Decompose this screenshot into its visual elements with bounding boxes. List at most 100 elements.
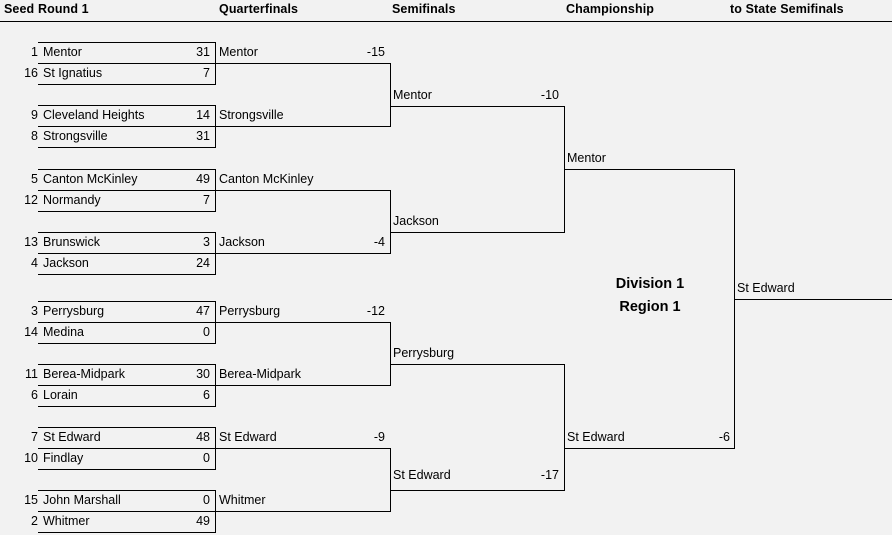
qf-line — [216, 511, 391, 512]
champ-line — [565, 169, 735, 170]
seed-value: 16 — [24, 66, 38, 80]
column-header-championship: Championship — [566, 2, 655, 16]
qf-line — [216, 63, 391, 64]
column-header-round1: Round 1 — [38, 2, 89, 16]
team-score: -15 — [366, 45, 385, 59]
r1-line — [38, 301, 216, 302]
team-name: Strongsville — [219, 108, 284, 122]
team-score: 0 — [203, 451, 210, 465]
team-name: Whitmer — [43, 514, 90, 528]
team-name: Canton McKinley — [219, 172, 314, 186]
team-name: Perrysburg — [393, 346, 455, 360]
tournament-bracket: Seed Round 1 Quarterfinals Semifinals Ch… — [0, 0, 892, 535]
team-name: John Marshall — [43, 493, 121, 507]
region-title-line2: Region 1 — [619, 299, 681, 315]
r1-line — [38, 469, 216, 470]
team-score: 31 — [196, 129, 210, 143]
team-score: 24 — [196, 256, 210, 270]
team-name: Perrysburg — [43, 304, 105, 318]
qf-edge — [390, 448, 391, 512]
sf-line — [391, 232, 565, 233]
team-name: St Edward — [567, 430, 625, 444]
sf-line — [391, 364, 565, 365]
team-score: 31 — [196, 45, 210, 59]
champ-edge — [734, 169, 735, 449]
r1-line — [38, 364, 216, 365]
seed-value: 6 — [31, 388, 38, 402]
r1-line — [38, 126, 216, 127]
column-header-semifinals: Semifinals — [392, 2, 456, 16]
region-title-line1: Division 1 — [615, 276, 685, 292]
team-name: Jackson — [393, 214, 439, 228]
seed-value: 8 — [31, 129, 38, 143]
qf-edge — [390, 322, 391, 386]
r1-line — [38, 448, 216, 449]
seed-value: 9 — [31, 108, 38, 122]
state-line — [735, 299, 892, 300]
qf-line — [216, 385, 391, 386]
team-score: 7 — [203, 66, 210, 80]
team-name: Lorain — [43, 388, 78, 402]
r1-line — [38, 511, 216, 512]
r1-line — [38, 490, 216, 491]
team-name: Berea-Midpark — [219, 367, 301, 381]
team-score: 6 — [203, 388, 210, 402]
team-score: -6 — [718, 430, 730, 444]
qf-line — [216, 322, 391, 323]
r1-line — [38, 147, 216, 148]
seed-value: 14 — [24, 325, 38, 339]
team-score: 30 — [196, 367, 210, 381]
team-score: 14 — [196, 108, 210, 122]
column-header-quarterfinals: Quarterfinals — [219, 2, 299, 16]
team-name: Berea-Midpark — [43, 367, 125, 381]
champ-line — [565, 448, 735, 449]
team-name: Mentor — [219, 45, 258, 59]
team-name: Perrysburg — [219, 304, 281, 318]
team-name: Mentor — [567, 151, 606, 165]
team-name: Mentor — [43, 45, 82, 59]
team-name: Medina — [43, 325, 84, 339]
seed-value: 3 — [31, 304, 38, 318]
seed-value: 15 — [24, 493, 38, 507]
team-score: -17 — [540, 468, 559, 482]
seed-value: 10 — [24, 451, 38, 465]
r1-line — [38, 253, 216, 254]
seed-value: 12 — [24, 193, 38, 207]
seed-value: 11 — [25, 367, 38, 381]
seed-value: 1 — [31, 45, 38, 59]
r1-line — [38, 63, 216, 64]
r1-line — [38, 274, 216, 275]
r1-line — [38, 406, 216, 407]
seed-value: 4 — [31, 256, 38, 270]
r1-line — [38, 532, 216, 533]
seed-value: 5 — [31, 172, 38, 186]
sf-edge — [564, 364, 565, 491]
team-score: 49 — [196, 172, 210, 186]
team-score: 48 — [196, 430, 210, 444]
team-score: -10 — [540, 88, 559, 102]
column-header-seed: Seed — [4, 2, 35, 16]
r1-line — [38, 42, 216, 43]
team-score: 3 — [203, 235, 210, 249]
qf-line — [216, 126, 391, 127]
qf-edge — [390, 63, 391, 127]
team-score: 0 — [203, 493, 210, 507]
team-score: 0 — [203, 325, 210, 339]
r1-line — [38, 232, 216, 233]
team-name: Mentor — [393, 88, 432, 102]
sf-line — [391, 490, 565, 491]
r1-line — [38, 385, 216, 386]
team-score: 47 — [196, 304, 210, 318]
seed-value: 7 — [31, 430, 38, 444]
sf-line — [391, 106, 565, 107]
team-name: Jackson — [219, 235, 265, 249]
team-name: Strongsville — [43, 129, 108, 143]
team-name: Jackson — [43, 256, 89, 270]
team-name: Whitmer — [219, 493, 266, 507]
r1-line — [38, 427, 216, 428]
team-score: 49 — [196, 514, 210, 528]
team-name: Brunswick — [43, 235, 100, 249]
team-name: Findlay — [43, 451, 84, 465]
column-header-state-semifinals: to State Semifinals — [730, 2, 844, 16]
qf-line — [216, 448, 391, 449]
